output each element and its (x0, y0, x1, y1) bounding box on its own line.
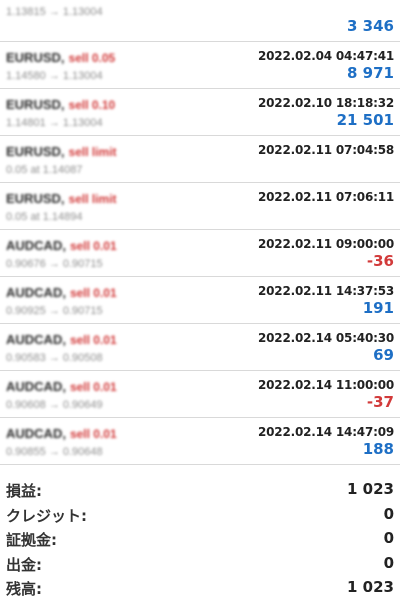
symbol-text: EURUSD, (6, 50, 65, 65)
deal-profit: 3 346 (347, 17, 394, 35)
summary-credit-label: クレジット: (6, 506, 87, 525)
deal-side: sell 0.01 (69, 380, 117, 394)
deal-side: sell limit (68, 192, 117, 206)
summary-profit-row: 損益: 1 023 (0, 478, 400, 503)
summary-profit-label: 損益: (6, 482, 42, 500)
summary-deposit-row: 証拠金: 0 (0, 527, 400, 552)
deal-symbol: AUDCAD, sell 0.01 (6, 285, 117, 300)
summary-deposit-value: 0 (383, 529, 394, 547)
deal-row[interactable]: EURUSD, sell limit 0.05 at 1.14894 2022.0… (0, 183, 400, 230)
deal-symbol: AUDCAD, sell 0.01 (6, 379, 117, 394)
deal-profit: 69 (373, 346, 394, 364)
summary-profit-value: 1 023 (347, 480, 394, 498)
deal-symbol: AUDCAD, sell 0.01 (6, 332, 117, 347)
summary-withdrawal-label: 出金: (6, 555, 42, 574)
deal-row[interactable]: AUDCAD, sell 0.01 0.90608 → 0.90649 2022.… (0, 371, 400, 418)
deal-time: 2022.02.11 07:04:58 (258, 143, 394, 157)
symbol-text: EURUSD, (6, 191, 65, 206)
symbol-text: AUDCAD, (6, 238, 66, 253)
account-summary: 損益: 1 023 クレジット: 0 証拠金: 0 出金: 0 残高: 1 02… (0, 478, 400, 601)
deal-profit: -37 (366, 393, 394, 411)
summary-credit-value: 0 (383, 504, 394, 523)
deal-side: sell 0.01 (69, 427, 117, 441)
deal-profit: 8 971 (347, 64, 394, 82)
deal-time: 2022.02.11 09:00:00 (258, 237, 394, 251)
deal-row[interactable]: 1.13815 → 1.13004 3 346 (0, 0, 400, 42)
deal-profit: 21 501 (336, 111, 394, 129)
deal-side: sell 0.01 (69, 333, 117, 347)
deal-time: 2022.02.04 04:47:41 (258, 49, 394, 63)
deal-row[interactable]: AUDCAD, sell 0.01 0.90925 → 0.90715 2022.… (0, 277, 400, 324)
summary-balance-value: 1 023 (347, 578, 394, 596)
deal-prices: 0.05 at 1.14894 (6, 211, 83, 223)
symbol-text: AUDCAD, (6, 285, 66, 300)
deal-time: 2022.02.14 14:47:09 (258, 425, 394, 439)
deal-prices: 0.90608 → 0.90649 (6, 399, 103, 411)
deal-prices: 0.90583 → 0.90508 (6, 352, 103, 364)
deals-list: 1.13815 → 1.13004 3 346 EURUSD, sell 0.05… (0, 0, 400, 465)
deal-side: sell limit (68, 145, 117, 159)
deal-symbol: EURUSD, sell limit (6, 191, 117, 206)
summary-deposit-label: 証拠金: (6, 531, 57, 549)
deal-symbol: EURUSD, sell limit (6, 144, 117, 159)
deal-row[interactable]: EURUSD, sell 0.10 1.14801 → 1.13004 2022.… (0, 89, 400, 136)
deal-prices: 0.90855 → 0.90648 (6, 446, 103, 458)
deal-row[interactable]: EURUSD, sell limit 0.05 at 1.14087 2022.0… (0, 136, 400, 183)
deal-row[interactable]: AUDCAD, sell 0.01 0.90583 → 0.90508 2022.… (0, 324, 400, 371)
deal-profit: 191 (362, 299, 394, 317)
symbol-text: EURUSD, (6, 97, 65, 112)
symbol-text: AUDCAD, (6, 426, 66, 441)
summary-withdrawal-value: 0 (383, 553, 394, 572)
deal-time: 2022.02.14 11:00:00 (258, 378, 394, 392)
deal-prices: 0.90925 → 0.90715 (6, 305, 103, 317)
summary-withdrawal-row: 出金: 0 (0, 552, 400, 577)
deal-symbol: AUDCAD, sell 0.01 (6, 238, 117, 253)
deal-profit: -36 (366, 252, 394, 270)
summary-credit-row: クレジット: 0 (0, 503, 400, 528)
deal-prices: 0.90676 → 0.90715 (6, 258, 103, 270)
deal-symbol: EURUSD, sell 0.05 (6, 50, 115, 65)
deal-prices: 1.13815 → 1.13004 (6, 6, 103, 18)
deal-side: sell 0.05 (68, 51, 116, 65)
deal-time: 2022.02.11 14:37:53 (258, 284, 394, 298)
deal-row[interactable]: AUDCAD, sell 0.01 0.90676 → 0.90715 2022.… (0, 230, 400, 277)
summary-balance-label: 残高: (6, 580, 42, 598)
deal-prices: 1.14801 → 1.13004 (6, 117, 103, 129)
summary-balance-row: 残高: 1 023 (0, 576, 400, 601)
deal-side: sell 0.10 (68, 98, 116, 112)
deal-side: sell 0.01 (69, 286, 117, 300)
deal-profit: 188 (362, 440, 394, 458)
symbol-text: EURUSD, (6, 144, 65, 159)
deal-side: sell 0.01 (69, 239, 117, 253)
deal-row[interactable]: EURUSD, sell 0.05 1.14580 → 1.13004 2022.… (0, 42, 400, 89)
symbol-text: AUDCAD, (6, 332, 66, 347)
deal-symbol: EURUSD, sell 0.10 (6, 97, 115, 112)
deal-time: 2022.02.10 18:18:32 (258, 96, 394, 110)
deal-time: 2022.02.11 07:06:11 (258, 190, 394, 204)
deal-symbol: AUDCAD, sell 0.01 (6, 426, 117, 441)
deal-row[interactable]: AUDCAD, sell 0.01 0.90855 → 0.90648 2022.… (0, 418, 400, 465)
deal-time: 2022.02.14 05:40:30 (258, 331, 394, 345)
deal-prices: 0.05 at 1.14087 (6, 164, 83, 176)
deal-prices: 1.14580 → 1.13004 (6, 70, 103, 82)
symbol-text: AUDCAD, (6, 379, 66, 394)
